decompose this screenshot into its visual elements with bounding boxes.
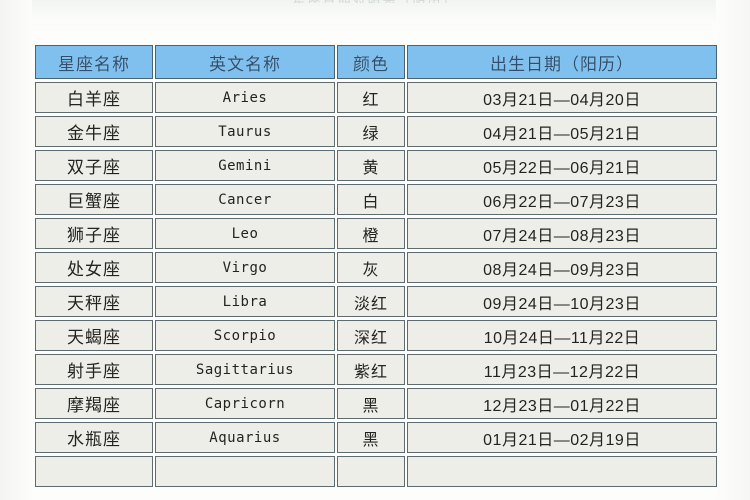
table-row: 水瓶座 Aquarius 黑 01月21日—02月19日 [35,422,717,453]
cell-en: Virgo [155,252,335,283]
cell-name: 处女座 [35,252,153,283]
column-header-name: 星座名称 [35,45,153,79]
paper-left-margin [0,0,32,500]
cell-en: Sagittarius [155,354,335,385]
table-row: 金牛座 Taurus 绿 04月21日—05月21日 [35,116,717,147]
column-header-english: 英文名称 [155,45,335,79]
cell-color: 深红 [337,320,405,351]
paper-right-margin [716,0,750,500]
cell-color: 紫红 [337,354,405,385]
cell-date: 05月22日—06月21日 [407,150,717,181]
cell-en: Taurus [155,116,335,147]
cell-date: 04月21日—05月21日 [407,116,717,147]
cell-date: 10月24日—11月22日 [407,320,717,351]
cell-color: 黑 [337,422,405,453]
column-header-color: 颜色 [337,45,405,79]
cell-name: 双子座 [35,150,153,181]
table-row: 白羊座 Aries 红 03月21日—04月20日 [35,82,717,113]
cell-en: Libra [155,286,335,317]
cell-en: Aries [155,82,335,113]
cell-color: 黄 [337,150,405,181]
cell-en: Gemini [155,150,335,181]
cell-name: 巨蟹座 [35,184,153,215]
cell-en-partial [155,456,335,487]
cell-date: 06月22日—07月23日 [407,184,717,215]
cell-en: Scorpio [155,320,335,351]
cell-color: 橙 [337,218,405,249]
cell-color-partial [337,456,405,487]
table-body: 白羊座 Aries 红 03月21日—04月20日 金牛座 Taurus 绿 04月21日—0… [35,82,717,487]
cell-name: 金牛座 [35,116,153,147]
cell-date: 03月21日—04月20日 [407,82,717,113]
table-row: 狮子座 Leo 橙 07月24日—08月23日 [35,218,717,249]
cell-date: 01月21日—02月19日 [407,422,717,453]
column-header-birthdate: 出生日期（阳历） [407,45,717,79]
cell-date-partial [407,456,717,487]
cell-date: 07月24日—08月23日 [407,218,717,249]
table-row-partial [35,456,717,487]
table-row: 巨蟹座 Cancer 白 06月22日—07月23日 [35,184,717,215]
cell-name: 射手座 [35,354,153,385]
cell-name: 天蝎座 [35,320,153,351]
cell-color: 白 [337,184,405,215]
cell-en: Leo [155,218,335,249]
zodiac-table: 星座名称 英文名称 颜色 出生日期（阳历） 白羊座 Aries 红 03月21日—04… [33,42,719,490]
cell-date: 12月23日—01月22日 [407,388,717,419]
cell-date: 11月23日—12月22日 [407,354,717,385]
cell-en: Cancer [155,184,335,215]
zodiac-reference-page: 星座日期对照表（阳历） 星座名称 英文名称 颜色 出生日期（阳历） 白羊座Ari… [0,0,750,500]
cell-color: 黑 [337,388,405,419]
cell-color: 淡红 [337,286,405,317]
table-row: 摩羯座 Capricorn 黑 12月23日—01月22日 [35,388,717,419]
cell-name: 水瓶座 [35,422,153,453]
cell-en: Capricorn [155,388,335,419]
cell-color: 红 [337,82,405,113]
table-row: 双子座 Gemini 黄 05月22日—06月21日 [35,150,717,181]
table-row: 处女座 Virgo 灰 08月24日—09月23日 [35,252,717,283]
table-header: 星座名称 英文名称 颜色 出生日期（阳历） [35,45,717,79]
cell-date: 08月24日—09月23日 [407,252,717,283]
cell-name: 摩羯座 [35,388,153,419]
header-row: 星座名称 英文名称 颜色 出生日期（阳历） [35,45,717,79]
cell-color: 灰 [337,252,405,283]
clipped-title-text: 星座日期对照表（阳历） [0,0,750,3]
cell-name: 狮子座 [35,218,153,249]
paper-top-band [0,0,750,33]
table-row: 天蝎座 Scorpio 深红 10月24日—11月22日 [35,320,717,351]
cell-name-partial [35,456,153,487]
cell-date: 09月24日—10月23日 [407,286,717,317]
cell-name: 白羊座 [35,82,153,113]
table-row: 射手座 Sagittarius 紫红 11月23日—12月22日 [35,354,717,385]
table-row: 天秤座 Libra 淡红 09月24日—10月23日 [35,286,717,317]
cell-color: 绿 [337,116,405,147]
cell-en: Aquarius [155,422,335,453]
cell-name: 天秤座 [35,286,153,317]
